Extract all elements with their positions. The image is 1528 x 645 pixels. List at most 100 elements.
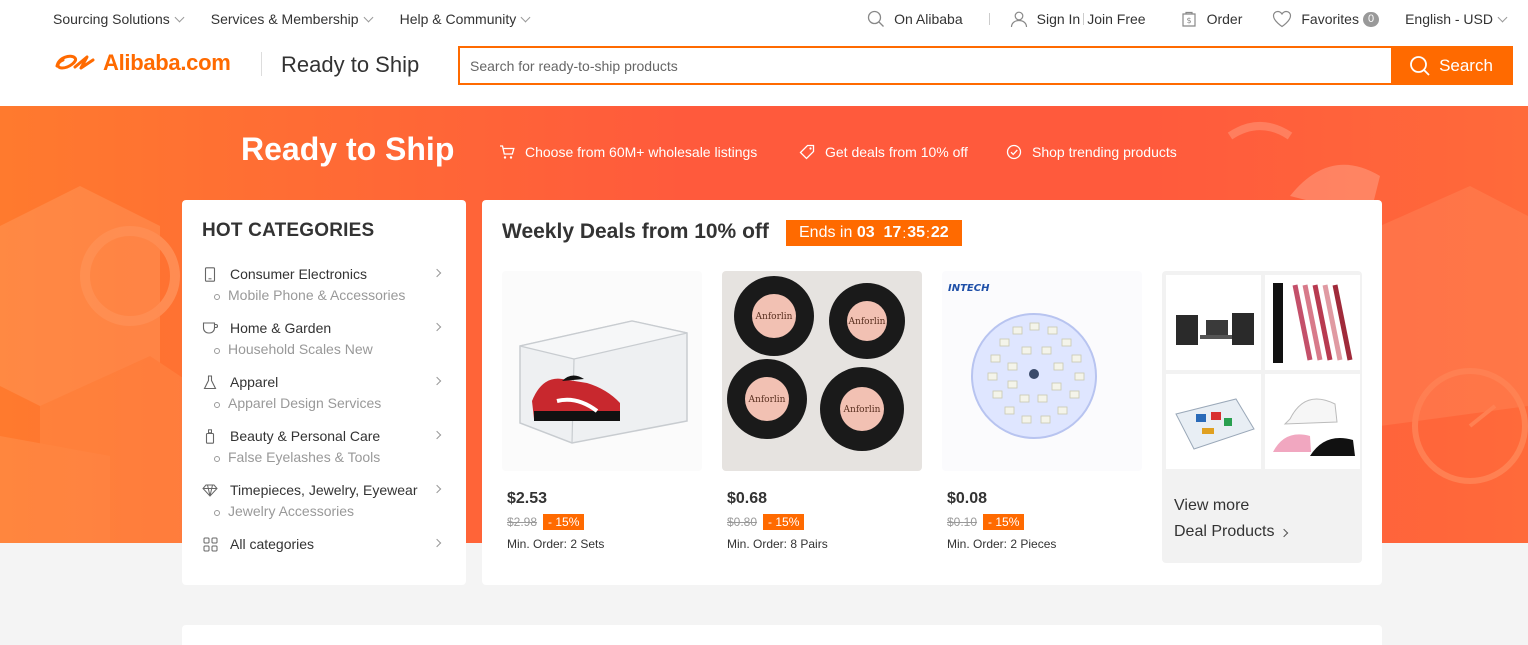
nav-services-membership[interactable]: Services & Membership <box>211 11 374 27</box>
subcategory-link[interactable]: Mobile Phone & Accessories <box>202 287 446 303</box>
deal-product-card[interactable]: $2.53 $2.98 - 15% Min. Order: 2 Sets <box>502 271 702 551</box>
product-image[interactable] <box>502 271 702 471</box>
eyelash-product-image: Anforlin Anforlin Anforlin Anforlin <box>722 271 922 471</box>
product-image[interactable]: Anforlin Anforlin Anforlin Anforlin <box>722 271 922 471</box>
phone-icon <box>202 266 218 282</box>
next-section-card <box>182 625 1382 645</box>
deal-product-card[interactable]: INTECH $0.08 $0.10 - 15% Min. Order: 2 P… <box>942 271 1142 551</box>
hot-categories-heading: HOT CATEGORIES <box>202 220 375 241</box>
chevron-down-icon <box>174 12 185 22</box>
search-icon <box>1410 55 1430 76</box>
chevron-down-icon <box>363 12 374 22</box>
favorites-link[interactable]: Favorites 0 <box>1272 10 1380 28</box>
hot-categories-card: HOT CATEGORIES Consumer Electronics Mobi… <box>182 200 466 585</box>
alibaba-logo[interactable]: Alibaba.com <box>53 50 231 76</box>
favorites-label: Favorites <box>1301 11 1359 27</box>
deal-product-card[interactable]: Anforlin Anforlin Anforlin Anforlin $0.6… <box>722 271 922 551</box>
feature-wholesale-listings: Choose from 60M+ wholesale listings <box>499 144 757 160</box>
subcategory-link[interactable]: Household Scales New <box>202 341 446 357</box>
feature-trending: Shop trending products <box>1006 144 1177 160</box>
search-bar: Search <box>458 46 1513 85</box>
order-link[interactable]: $ Order <box>1180 10 1243 28</box>
grid-icon <box>202 536 218 552</box>
min-order: Min. Order: 2 Sets <box>507 537 605 551</box>
language-currency-select[interactable]: English - USD <box>1405 11 1508 27</box>
order-icon: $ <box>1181 11 1196 27</box>
language-label: English - USD <box>1405 11 1493 27</box>
timer-days: 03 <box>856 224 875 241</box>
flask-icon <box>202 374 218 390</box>
category-timepieces-jewelry-eyewear[interactable]: Timepieces, Jewelry, Eyewear Jewelry Acc… <box>202 482 446 536</box>
weekly-deals-card: Weekly Deals from 10% off Ends in 03 17:… <box>482 200 1382 585</box>
chevron-right-icon <box>1279 528 1288 538</box>
on-alibaba-label: On Alibaba <box>894 11 963 27</box>
feature-label: Get deals from 10% off <box>825 144 968 160</box>
search-button[interactable]: Search <box>1391 48 1511 83</box>
logo-divider <box>261 52 262 76</box>
discount-badge: - 15% <box>983 514 1025 530</box>
chevron-down-icon <box>520 12 531 22</box>
led-board-image: INTECH <box>942 271 1142 471</box>
thumbnail-electronics-kit <box>1166 374 1261 469</box>
alibaba-logo-icon <box>55 54 95 70</box>
category-home-garden[interactable]: Home & Garden Household Scales New <box>202 320 446 374</box>
view-more-line2: Deal Products <box>1174 523 1275 540</box>
lash-brand-text: Anforlin <box>755 312 793 322</box>
timer-hours: 17 <box>883 224 902 241</box>
discount-badge: - 15% <box>543 514 585 530</box>
banner-title: Ready to Ship <box>241 131 455 167</box>
divider <box>988 13 990 25</box>
category-consumer-electronics[interactable]: Consumer Electronics Mobile Phone & Acce… <box>202 266 446 320</box>
sneaker-box-image <box>502 271 702 471</box>
search-input[interactable] <box>460 48 1391 83</box>
price-line: $2.98 - 15% <box>502 514 702 530</box>
on-alibaba-link[interactable]: On Alibaba <box>867 10 963 28</box>
account-links: Sign In Join Free <box>1010 10 1146 28</box>
category-row: Home & Garden <box>202 320 446 336</box>
subcategory-link[interactable]: False Eyelashes & Tools <box>202 449 446 465</box>
join-free-link[interactable]: Join Free <box>1087 11 1145 27</box>
thumbnail-caps <box>1265 374 1360 469</box>
nav-help-community[interactable]: Help & Community <box>399 11 531 27</box>
min-order: Min. Order: 2 Pieces <box>947 537 1057 551</box>
feature-label: Shop trending products <box>1032 144 1177 160</box>
original-price: $2.98 <box>507 515 538 529</box>
subcategory-link[interactable]: Apparel Design Services <box>202 395 446 411</box>
thumbnail-patio-furniture <box>1166 275 1261 370</box>
category-row: Consumer Electronics <box>202 266 446 282</box>
subcategory-link[interactable]: Jewelry Accessories <box>202 503 446 519</box>
category-label: Home & Garden <box>230 320 332 336</box>
sign-in-link[interactable]: Sign In <box>1037 11 1081 27</box>
view-more-link-row: Deal Products <box>1174 519 1288 545</box>
divider <box>1083 13 1085 25</box>
search-button-label: Search <box>1439 55 1493 75</box>
favorites-count-badge: 0 <box>1362 11 1380 27</box>
feature-deals: Get deals from 10% off <box>799 144 968 160</box>
view-more-thumbnails <box>1166 275 1360 469</box>
timer-prefix: Ends in <box>799 224 853 241</box>
product-price: $0.08 <box>947 490 988 507</box>
chevron-down-icon <box>1497 12 1508 22</box>
view-more-deals-card[interactable]: View more Deal Products <box>1162 271 1362 563</box>
category-beauty-personal-care[interactable]: Beauty & Personal Care False Eyelashes &… <box>202 428 446 482</box>
category-row: Timepieces, Jewelry, Eyewear <box>202 482 446 498</box>
deals-title: Weekly Deals from 10% off <box>502 220 769 243</box>
product-image[interactable]: INTECH <box>942 271 1142 471</box>
countdown-timer: Ends in 03 17: 35: 22 <box>786 220 962 246</box>
category-all[interactable]: All categories <box>202 536 446 566</box>
nav-sourcing-solutions[interactable]: Sourcing Solutions <box>53 11 185 27</box>
tag-icon <box>799 144 815 160</box>
cart-icon <box>500 145 515 159</box>
user-icon <box>1010 11 1027 28</box>
timer-minutes: 35 <box>907 224 925 241</box>
lash-brand-text: Anforlin <box>848 317 886 327</box>
category-row: Apparel <box>202 374 446 390</box>
category-apparel[interactable]: Apparel Apparel Design Services <box>202 374 446 428</box>
lash-brand-text: Anforlin <box>843 405 881 415</box>
cup-icon <box>202 320 218 336</box>
category-label: Apparel <box>230 374 279 390</box>
order-label: Order <box>1206 11 1243 27</box>
category-label: Beauty & Personal Care <box>230 428 381 444</box>
nav-label: Help & Community <box>399 11 517 27</box>
nav-label: Sourcing Solutions <box>53 11 170 27</box>
